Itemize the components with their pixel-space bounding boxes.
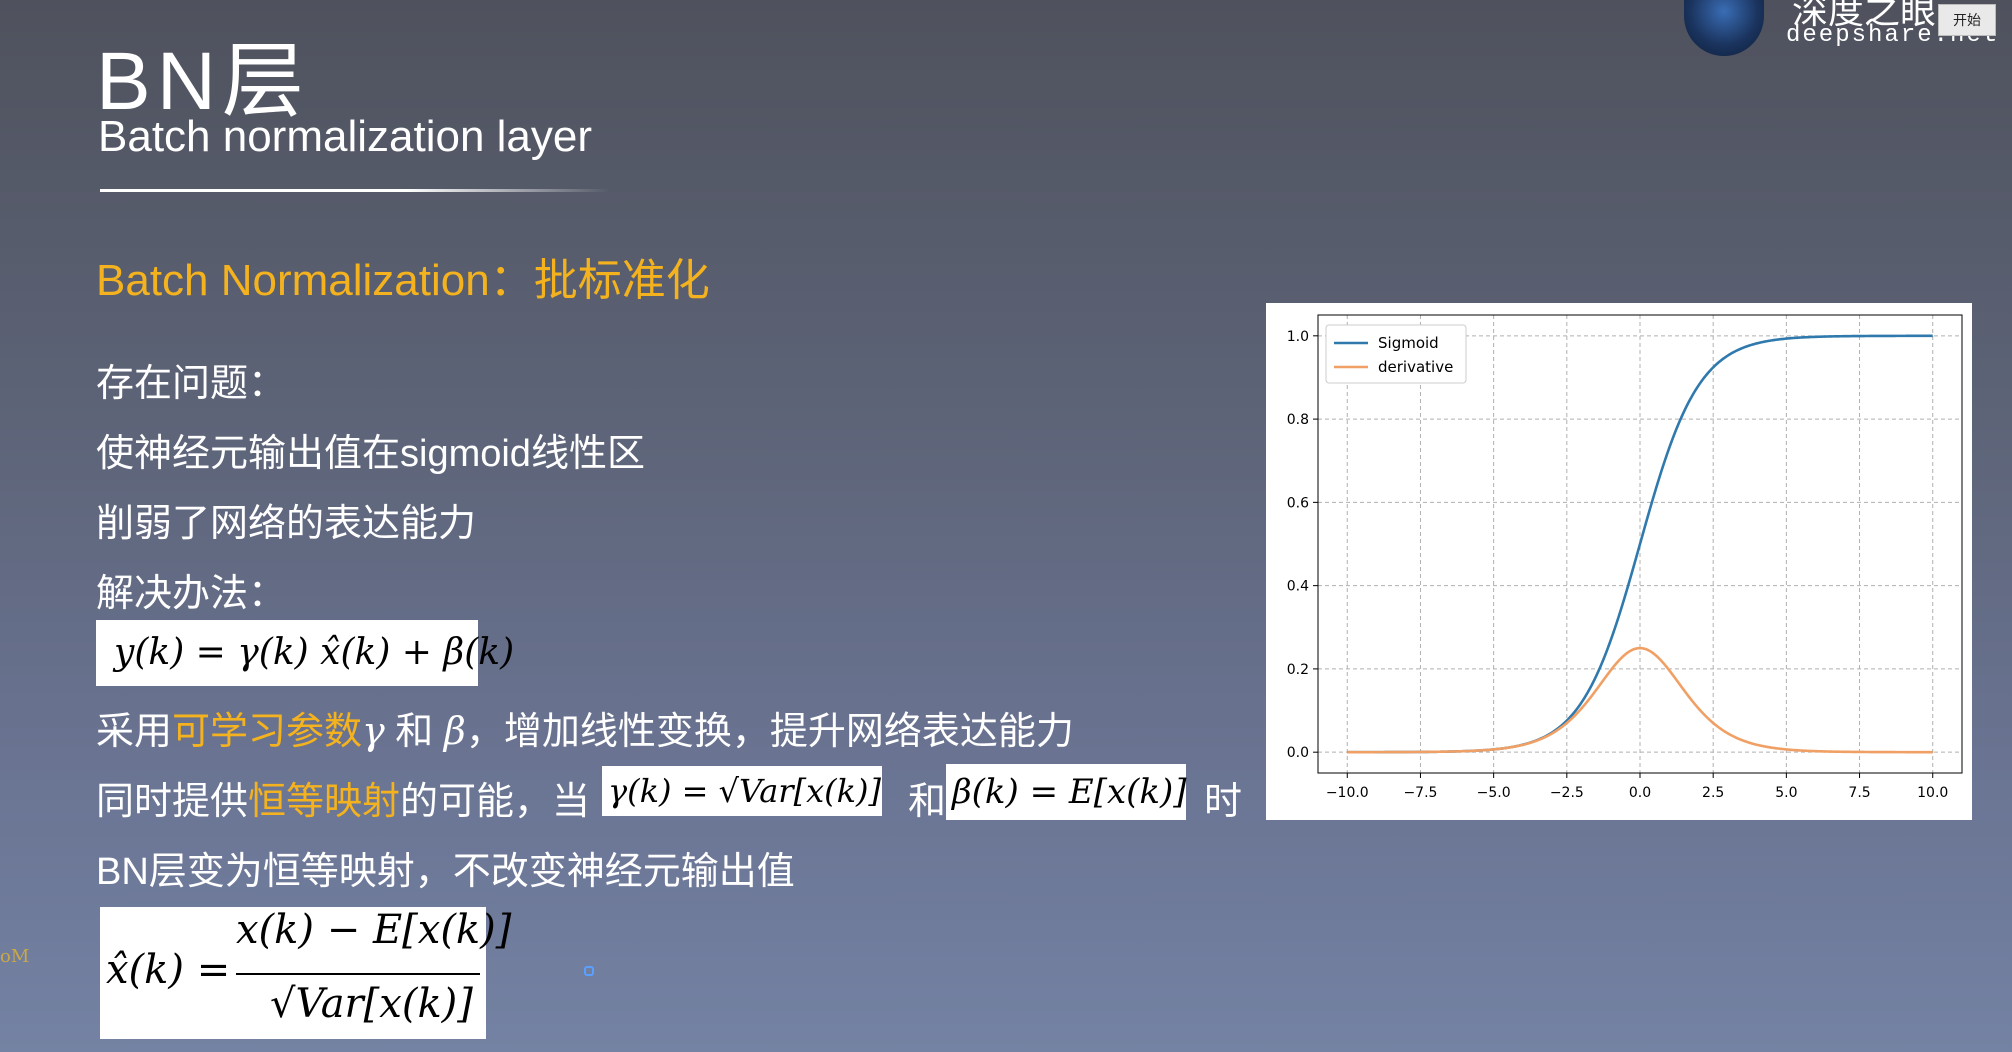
x-tick-label: −5.0: [1477, 785, 1511, 801]
chart-canvas: −10.0 −7.5 −5.0 −2.5 0.0 2.5 5.0 7.5 10.0 0.0 0.2 0…: [1287, 314, 1963, 801]
when-text: 时: [1204, 781, 1243, 823]
legend-label: Sigmoid: [1378, 334, 1439, 352]
formula-denominator: √Var[x(k)]: [270, 981, 473, 1027]
sigmoid-chart: −10.0 −7.5 −5.0 −2.5 0.0 2.5 5.0 7.5 10.0 0.0 0.2 0…: [1266, 303, 1972, 820]
page-subtitle: Batch normalization layer: [98, 112, 593, 161]
identity-conclusion: BN层变为恒等映射，不改变神经元输出值: [96, 851, 795, 893]
title-divider: [100, 189, 610, 192]
and-text: 和: [908, 781, 947, 823]
beta-symbol: β: [443, 709, 466, 753]
highlight-identity-mapping: 恒等映射: [248, 781, 401, 823]
problem-line-1: 使神经元输出值在sigmoid线性区: [96, 433, 645, 475]
text-segment: 和: [384, 711, 444, 753]
formula-bn-output: y(k) = γ(k) x̂(k) + β(k): [96, 620, 514, 686]
problem-label: 存在问题：: [96, 363, 287, 405]
y-tick-label: 0.2: [1287, 662, 1309, 678]
y-tick-label: 0.0: [1287, 745, 1309, 761]
text-segment: 的可能，当: [400, 781, 591, 823]
y-tick-label: 0.8: [1287, 412, 1309, 428]
y-tick-label: 0.4: [1287, 579, 1309, 595]
cursor-dot: [584, 966, 594, 976]
fraction-bar: [236, 973, 480, 975]
x-tick-label: 2.5: [1702, 785, 1724, 801]
x-tick-label: −7.5: [1403, 785, 1437, 801]
deepshare-logo: [1684, 0, 1764, 56]
text-segment: 采用: [96, 711, 173, 753]
x-tick-label: 5.0: [1775, 785, 1797, 801]
x-tick-label: 10.0: [1917, 785, 1948, 801]
formula-lhs: x̂(k) =: [106, 947, 231, 993]
y-tick-label: 0.6: [1287, 495, 1309, 511]
x-tick-label: −10.0: [1326, 785, 1369, 801]
highlight-learnable-params: 可学习参数: [172, 711, 363, 753]
y-tick-label: 1.0: [1287, 329, 1309, 345]
formula-normalization: x̂(k) = x(k) − E[x(k)] √Var[x(k)]: [100, 907, 511, 1039]
gamma-symbol: γ: [362, 709, 385, 753]
x-tick-label: 0.0: [1629, 785, 1651, 801]
text-segment: 同时提供: [96, 781, 249, 823]
legend-label: derivative: [1378, 358, 1453, 376]
identity-line-prefix: 同时提供恒等映射的可能，当: [96, 770, 590, 825]
formula-numerator: x(k) − E[x(k)]: [236, 907, 512, 953]
text-segment: ，增加线性变换，提升网络表达能力: [465, 711, 1074, 753]
solution-label: 解决办法：: [96, 573, 287, 615]
x-tick-label: 7.5: [1848, 785, 1870, 801]
learnable-params-line: 采用可学习参数γ 和 β，增加线性变换，提升网络表达能力: [96, 700, 1074, 755]
section-heading: Batch Normalization：批标准化: [96, 256, 710, 305]
edge-mark: oM: [0, 946, 30, 967]
x-tick-label: −2.5: [1550, 785, 1584, 801]
formula-beta: β(k) = E[x(k)]: [946, 764, 1187, 820]
problem-line-2: 削弱了网络的表达能力: [96, 503, 477, 545]
start-button[interactable]: 开始: [1938, 4, 1996, 36]
formula-gamma: γ(k) = √Var[x(k)]: [602, 766, 882, 816]
